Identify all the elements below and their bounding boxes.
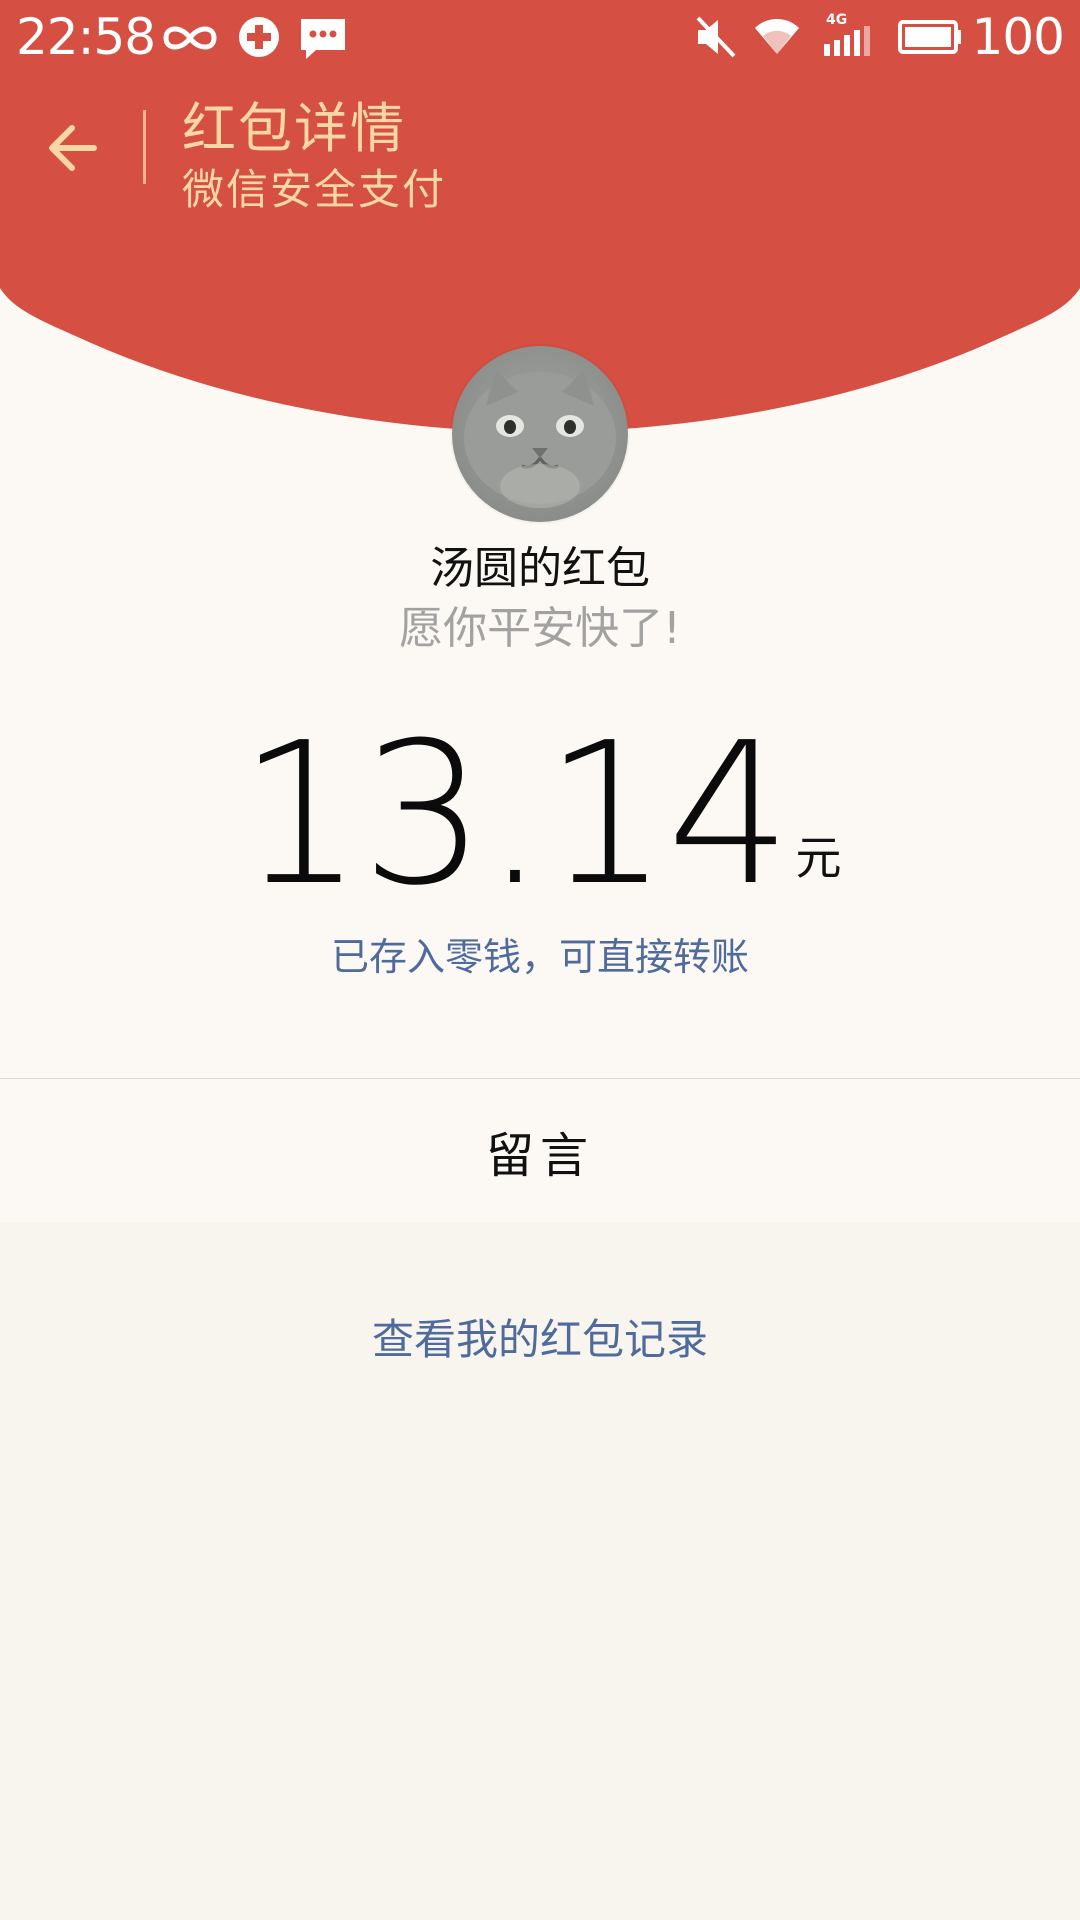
infinity-icon — [163, 26, 217, 50]
battery-icon — [898, 20, 961, 54]
greeting-message: 愿你平安快了! — [399, 603, 681, 654]
stored-to-balance-link[interactable]: 已存入零钱，可直接转账 — [0, 926, 1080, 981]
app-bar: 红包详情 微信安全支付 — [0, 80, 1080, 220]
view-records-link[interactable]: 查看我的红包记录 — [0, 1306, 1080, 1367]
back-button[interactable] — [34, 110, 110, 186]
currency-unit: 元 — [795, 831, 842, 885]
amount-value: 13.14 — [238, 701, 791, 929]
page-subtitle: 微信安全支付 — [182, 165, 447, 214]
status-bar: 22:58 4G 100 — [0, 0, 1080, 80]
page-title: 红包详情 — [182, 97, 406, 160]
signal-icon — [824, 26, 870, 56]
amount-display: 13.14 元 — [0, 701, 1080, 929]
sender-name: 汤圆的红包 — [430, 543, 650, 594]
mute-icon — [696, 16, 736, 58]
message-icon — [301, 19, 345, 59]
avatar[interactable] — [452, 346, 628, 522]
arrow-left-icon — [49, 125, 97, 171]
title-divider — [143, 110, 146, 184]
wifi-icon — [755, 19, 799, 54]
battery-level: 100 — [971, 8, 1065, 66]
cat-avatar-image — [452, 346, 628, 522]
leave-message-button[interactable]: 留言 — [0, 1079, 1080, 1222]
sync-plus-icon — [239, 17, 279, 57]
status-time: 22:58 — [16, 8, 156, 66]
